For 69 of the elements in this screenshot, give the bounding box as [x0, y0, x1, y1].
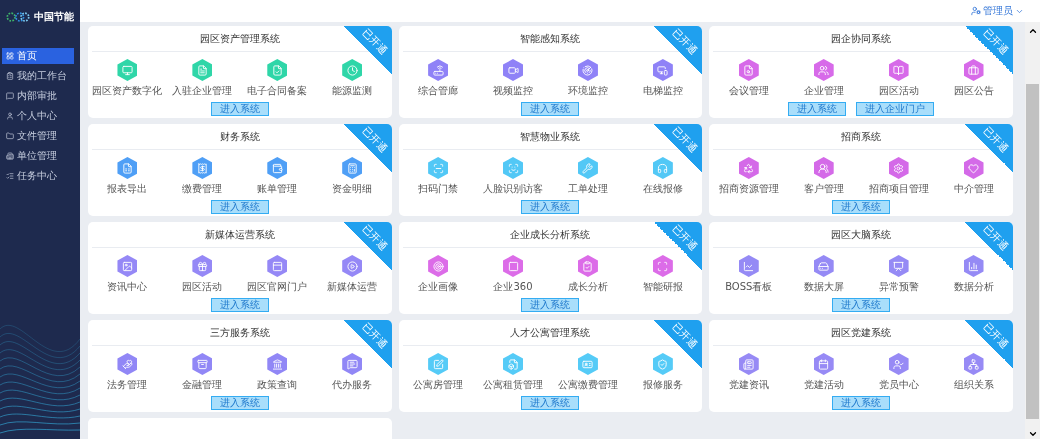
app-shortcut[interactable]: 环境监控 [567, 59, 608, 98]
nav-item[interactable]: 文件管理 [2, 128, 74, 144]
nav-item[interactable]: 首页 [2, 48, 74, 64]
user-icon [6, 112, 14, 120]
scroll-up-icon[interactable] [1027, 26, 1038, 36]
folder-icon [6, 132, 14, 140]
nav-item[interactable]: 内部审批 [2, 88, 74, 104]
nav-item[interactable]: 我的工作台 [2, 68, 74, 84]
app-shortcut[interactable]: 园区活动 [878, 59, 919, 98]
status-ribbon: 已开通 [965, 124, 1013, 172]
app-shortcut[interactable]: 公寓房管理 [413, 353, 464, 392]
nav-item[interactable]: 个人中心 [2, 108, 74, 124]
list-icon [6, 172, 14, 180]
app-shortcut[interactable]: 数据大屏 [803, 255, 844, 294]
app-shortcut[interactable]: 账单管理 [257, 157, 298, 196]
user-menu[interactable]: 管理员 [971, 4, 1024, 18]
app-shortcut[interactable]: 综合管廊 [418, 59, 459, 98]
app-shortcut[interactable]: 成长分析 [567, 255, 608, 294]
app-shortcut[interactable]: 扫码门禁 [418, 157, 459, 196]
status-ribbon: 已开通 [343, 124, 392, 172]
app-shortcut[interactable]: 报表导出 [107, 157, 148, 196]
app-shortcut[interactable]: 园区官网门户 [247, 255, 308, 294]
status-ribbon: 已开通 [965, 320, 1013, 368]
app-shortcut[interactable]: 园区活动 [182, 255, 223, 294]
app-shortcut[interactable]: 园区资产数字化 [92, 59, 163, 98]
app-shortcut[interactable]: 资讯中心 [107, 255, 148, 294]
scroll-thumb[interactable] [1026, 84, 1039, 419]
clipboard-icon [6, 72, 14, 80]
status-ribbon: 已开通 [654, 320, 703, 368]
status-ribbon: 已开通 [343, 222, 392, 270]
status-ribbon: 已开通 [654, 26, 703, 74]
app-shortcut[interactable]: 招商项目管理 [868, 157, 929, 196]
app-shortcut[interactable]: 公寓缴费管理 [557, 353, 618, 392]
user-icon [971, 6, 981, 16]
app-shortcut[interactable]: 人脸识别访客 [483, 157, 543, 196]
scroll-down-icon[interactable] [1027, 429, 1038, 439]
app-shortcut[interactable]: 法务管理 [107, 353, 148, 392]
status-ribbon: 已开通 [343, 320, 392, 368]
app-shortcut[interactable]: 企业管理 [803, 59, 844, 98]
app-shortcut[interactable]: 公寓租赁管理 [483, 353, 543, 392]
app-shortcut[interactable]: 金融管理 [182, 353, 223, 392]
nav-item[interactable]: 单位管理 [2, 148, 74, 164]
scrollbar[interactable] [1025, 22, 1040, 439]
status-ribbon: 已开通 [343, 26, 392, 74]
app-shortcut[interactable]: 党建资讯 [728, 353, 769, 392]
status-ribbon: 已开通 [965, 26, 1013, 74]
app-shortcut[interactable]: 企业画像 [418, 255, 459, 294]
app-shortcut[interactable]: 工单处理 [567, 157, 608, 196]
app-shortcut[interactable]: 企业360 [493, 255, 533, 294]
app-shortcut[interactable]: 电子合同备案 [247, 59, 308, 98]
app-shortcut[interactable]: 会议管理 [728, 59, 769, 98]
app-shortcut[interactable]: 政策查询 [257, 353, 298, 392]
app-shortcut[interactable]: 党员中心 [878, 353, 919, 392]
app-shortcut[interactable]: 视频监控 [493, 59, 533, 98]
app-shortcut[interactable]: 缴费管理 [182, 157, 223, 196]
logo-text: 中国节能 [34, 10, 74, 24]
grid-icon [6, 52, 14, 60]
nav-item[interactable]: 任务中心 [2, 168, 74, 184]
status-ribbon: 已开通 [654, 222, 703, 270]
app-shortcut[interactable]: 入驻企业管理 [172, 59, 233, 98]
app-shortcut[interactable]: 异常预警 [878, 255, 919, 294]
app-shortcut[interactable]: 党建活动 [803, 353, 844, 392]
status-ribbon: 已开通 [654, 124, 703, 172]
app-shortcut[interactable]: 招商资源管理 [718, 157, 779, 196]
status-ribbon: 已开通 [965, 222, 1013, 270]
logo-icon [6, 11, 30, 23]
chat-icon [6, 92, 14, 100]
app-shortcut[interactable]: BOSS看板 [725, 255, 773, 294]
app-shortcut[interactable]: 客户管理 [803, 157, 844, 196]
